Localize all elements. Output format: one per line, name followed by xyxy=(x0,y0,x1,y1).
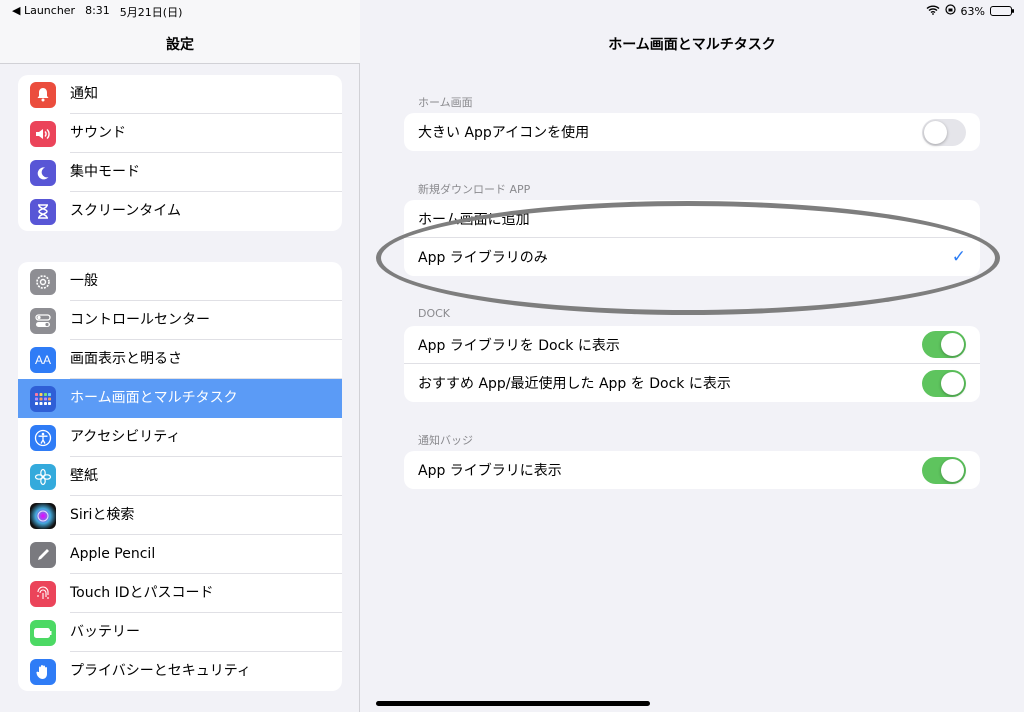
sidebar-item-label: Apple Pencil xyxy=(70,535,342,574)
show-library-in-dock-row: App ライブラリを Dock に表示 xyxy=(404,326,980,364)
sidebar-item-siri[interactable]: Siriと検索 xyxy=(18,496,342,535)
fingerprint-icon xyxy=(30,580,56,607)
sidebar-item-label: Touch IDとパスコード xyxy=(70,574,342,613)
battery-icon xyxy=(30,619,56,646)
home-grid-icon xyxy=(30,385,56,412)
section-header-badges: 通知バッジ xyxy=(418,434,473,447)
sidebar-item-label: 集中モード xyxy=(70,153,342,192)
sidebar-item-home-screen[interactable]: ホーム画面とマルチタスク xyxy=(18,379,342,418)
hourglass-icon xyxy=(30,198,56,225)
sidebar-item-screen-time[interactable]: スクリーンタイム xyxy=(18,192,342,231)
toggle-knob xyxy=(924,120,947,144)
gear-icon xyxy=(30,268,56,295)
sidebar-item-focus[interactable]: 集中モード xyxy=(18,153,342,192)
sidebar-item-label: Siriと検索 xyxy=(70,496,342,535)
toggle-knob xyxy=(941,333,964,356)
text-size-icon: AA xyxy=(30,346,56,373)
section-header-new-downloads: 新規ダウンロード APP xyxy=(418,183,531,196)
status-time: 8:31 xyxy=(85,4,110,17)
sidebar-item-label: プライバシーとセキュリティ xyxy=(70,663,251,679)
show-suggested-in-dock-toggle[interactable] xyxy=(922,369,966,397)
show-in-library-label: App ライブラリに表示 xyxy=(418,463,562,479)
section-header-dock: DOCK xyxy=(418,307,451,320)
switches-icon xyxy=(30,307,56,334)
badges-card: App ライブラリに表示 xyxy=(404,451,980,489)
show-in-library-toggle[interactable] xyxy=(922,456,966,484)
sidebar-item-label: 通知 xyxy=(70,75,342,114)
sidebar-item-control-center[interactable]: コントロールセンター xyxy=(18,301,342,340)
sidebar-title: 設定 xyxy=(166,37,194,53)
section-header-home-screen: ホーム画面 xyxy=(418,96,473,109)
accessibility-icon xyxy=(30,424,56,451)
sidebar-item-battery[interactable]: バッテリー xyxy=(18,613,342,652)
sidebar-item-label: 一般 xyxy=(70,262,342,301)
sidebar-item-label: 画面表示と明るさ xyxy=(70,340,342,379)
wifi-icon xyxy=(926,5,940,18)
large-icons-toggle[interactable] xyxy=(922,118,966,146)
sidebar-item-label: アクセシビリティ xyxy=(70,418,342,457)
sidebar-item-label: ホーム画面とマルチタスク xyxy=(70,390,238,406)
sidebar-item-label: サウンド xyxy=(70,114,342,153)
sidebar-item-accessibility[interactable]: アクセシビリティ xyxy=(18,418,342,457)
orientation-lock-icon xyxy=(944,4,956,18)
show-suggested-in-dock-label: おすすめ App/最近使用した App を Dock に表示 xyxy=(418,376,731,392)
status-bar-left: ◀ Launcher 8:31 5月21日(日) xyxy=(12,4,182,20)
pencil-icon xyxy=(30,541,56,568)
sidebar-item-touch-id[interactable]: Touch IDとパスコード xyxy=(18,574,342,613)
settings-group-1: 通知 サウンド 集中モード スクリーンタイム xyxy=(18,75,342,231)
sidebar-item-label: コントロールセンター xyxy=(70,301,342,340)
sidebar-item-privacy[interactable]: プライバシーとセキュリティ xyxy=(18,652,342,691)
dock-card: App ライブラリを Dock に表示 おすすめ App/最近使用した App … xyxy=(404,326,980,402)
show-suggested-in-dock-row: おすすめ App/最近使用した App を Dock に表示 xyxy=(404,364,980,402)
back-to-app-link[interactable]: ◀ Launcher xyxy=(12,4,75,20)
settings-group-2: 一般 コントロールセンター AA 画面表示と明るさ ホーム画面とマルチタスク ア… xyxy=(18,262,342,691)
large-icons-label: 大きい Appアイコンを使用 xyxy=(418,125,590,141)
toggle-knob xyxy=(941,371,964,395)
new-downloads-card: ホーム画面に追加 App ライブラリのみ ✓ xyxy=(404,200,980,276)
sidebar-item-general[interactable]: 一般 xyxy=(18,262,342,301)
sidebar-item-display[interactable]: AA 画面表示と明るさ xyxy=(18,340,342,379)
bell-icon xyxy=(30,81,56,108)
speaker-icon xyxy=(30,120,56,147)
home-indicator[interactable] xyxy=(376,701,650,706)
large-icons-row: 大きい Appアイコンを使用 xyxy=(404,113,980,151)
home-screen-card: 大きい Appアイコンを使用 xyxy=(404,113,980,151)
sidebar-item-notifications[interactable]: 通知 xyxy=(18,75,342,114)
sidebar-item-apple-pencil[interactable]: Apple Pencil xyxy=(18,535,342,574)
sidebar-item-sounds[interactable]: サウンド xyxy=(18,114,342,153)
status-battery-icon xyxy=(990,6,1014,16)
page-title: ホーム画面とマルチタスク xyxy=(608,37,776,53)
option-add-to-home[interactable]: ホーム画面に追加 xyxy=(404,200,980,238)
hand-icon xyxy=(30,658,56,685)
sidebar-item-label: スクリーンタイム xyxy=(70,203,182,219)
flower-icon xyxy=(30,463,56,490)
sidebar: 設定 通知 サウンド 集中モード スクリーンタイム 一般 コントロールセンター … xyxy=(0,0,360,712)
moon-icon xyxy=(30,159,56,186)
show-library-in-dock-toggle[interactable] xyxy=(922,331,966,358)
checkmark-icon: ✓ xyxy=(951,247,966,267)
option-library-only-label: App ライブラリのみ xyxy=(418,250,548,266)
battery-percentage: 63% xyxy=(960,4,985,18)
option-add-to-home-label: ホーム画面に追加 xyxy=(418,211,530,228)
toggle-knob xyxy=(941,458,964,482)
option-library-only[interactable]: App ライブラリのみ ✓ xyxy=(404,238,980,276)
status-date: 5月21日(日) xyxy=(119,6,183,19)
sidebar-item-label: バッテリー xyxy=(70,613,342,652)
show-library-in-dock-label: App ライブラリを Dock に表示 xyxy=(418,337,620,354)
siri-icon xyxy=(30,502,56,529)
sidebar-item-wallpaper[interactable]: 壁紙 xyxy=(18,457,342,496)
sidebar-item-label: 壁紙 xyxy=(70,457,342,496)
status-bar-right: 63% xyxy=(926,4,1014,18)
show-in-library-row: App ライブラリに表示 xyxy=(404,451,980,489)
